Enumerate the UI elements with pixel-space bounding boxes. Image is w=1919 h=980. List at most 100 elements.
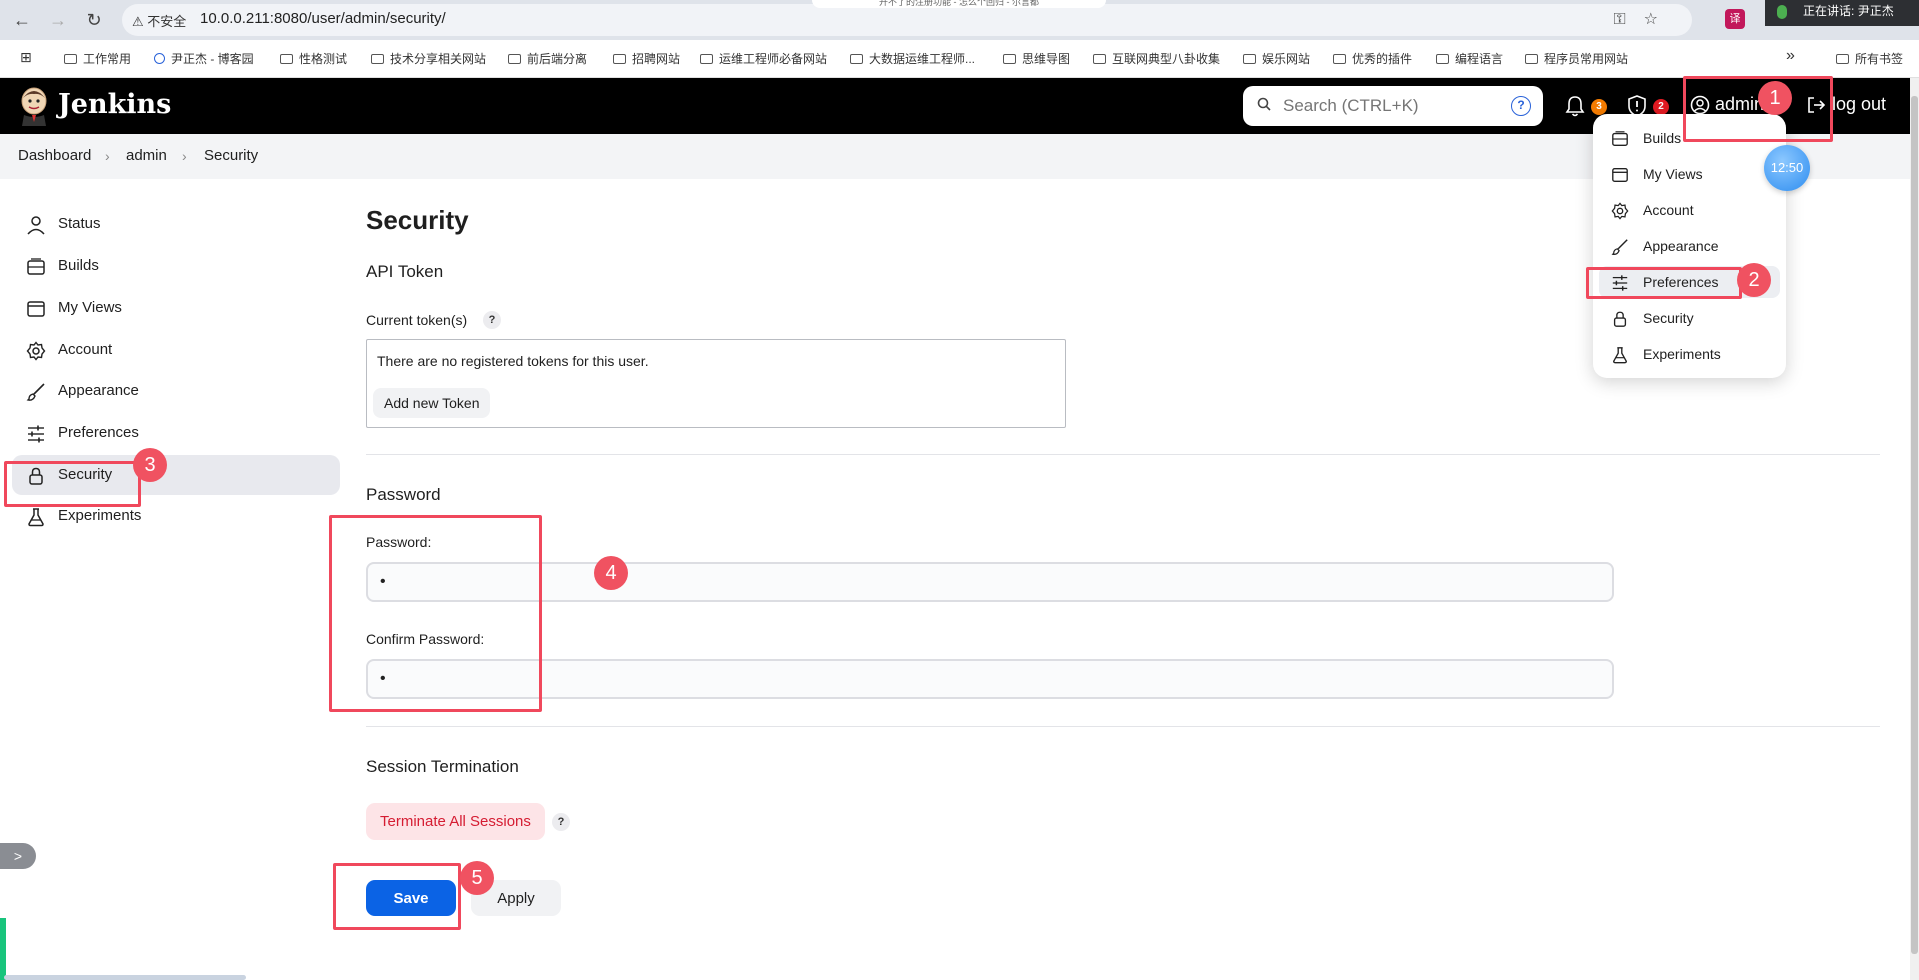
notifications-badge: 3 <box>1591 99 1607 115</box>
bell-icon[interactable] <box>1564 94 1586 118</box>
reload-icon[interactable]: ↻ <box>82 8 106 32</box>
search-help-icon[interactable]: ? <box>1511 96 1531 116</box>
breadcrumb-separator-icon: › <box>105 148 110 164</box>
menu-item-builds[interactable]: Builds <box>1599 122 1780 154</box>
search-input[interactable] <box>1283 92 1503 120</box>
omnibox-actions[interactable]: ⚿☆ <box>1613 9 1676 29</box>
sidebar-item-label: Appearance <box>58 382 139 399</box>
menu-item-label: Security <box>1643 310 1694 326</box>
bookmark-item[interactable]: 工作常用 <box>64 50 131 67</box>
user-dropdown-menu: Builds My Views Account Appearance Prefe… <box>1593 114 1786 378</box>
bookmark-item[interactable]: 大数据运维工程师... <box>850 50 975 67</box>
bookmark-star-icon[interactable]: ☆ <box>1644 11 1676 28</box>
menu-item-label: Experiments <box>1643 346 1721 362</box>
bookmark-item[interactable]: 编程语言 <box>1436 50 1503 67</box>
menu-item-account[interactable]: Account <box>1599 194 1780 226</box>
lock-icon <box>29 467 43 485</box>
bookmark-item[interactable]: 程序员常用网站 <box>1525 50 1628 67</box>
search-box[interactable]: ? <box>1243 86 1543 126</box>
all-bookmarks[interactable]: 所有书签 <box>1836 50 1903 67</box>
insecure-label: 不安全 <box>147 14 187 29</box>
microphone-icon <box>1777 4 1787 19</box>
bookmark-item[interactable]: 招聘网站 <box>613 50 680 67</box>
add-new-token-button[interactable]: Add new Token <box>373 388 491 418</box>
flask-icon <box>1613 347 1627 364</box>
current-tokens-help-icon[interactable]: ? <box>483 311 501 329</box>
current-tokens-label: Current token(s) <box>366 312 468 328</box>
apply-button[interactable]: Apply <box>471 880 561 916</box>
user-name[interactable]: admin <box>1715 94 1764 115</box>
terminate-all-sessions-button[interactable]: Terminate All Sessions <box>366 803 545 840</box>
popup-tab-fragment[interactable]: 开不了的注册功能 - 怎么个回归 - 尔言都 <box>812 0 1106 8</box>
forward-icon[interactable]: → <box>46 8 70 32</box>
terminate-help-icon[interactable]: ? <box>552 813 570 831</box>
sidebar-item-preferences[interactable]: Preferences <box>12 413 340 453</box>
apps-grid-icon[interactable]: ⊞ <box>20 49 32 66</box>
menu-item-label: Preferences <box>1643 274 1719 290</box>
speaking-label: 正在讲话: <box>1803 4 1855 18</box>
sidebar-item-builds[interactable]: Builds <box>12 246 340 286</box>
menu-item-preferences[interactable]: Preferences <box>1599 266 1780 298</box>
bookmark-item[interactable]: 性格测试 <box>280 50 347 67</box>
sidebar-item-account[interactable]: Account <box>12 330 340 370</box>
bookmark-item[interactable]: 尹正杰 - 博客园 <box>154 50 254 67</box>
floating-clock-bubble[interactable]: 12:50 <box>1764 145 1810 191</box>
menu-item-experiments[interactable]: Experiments <box>1599 338 1780 370</box>
sidebar-item-label: Preferences <box>58 424 139 441</box>
section-divider <box>366 454 1880 455</box>
logout-label[interactable]: log out <box>1832 94 1886 115</box>
no-tokens-text: There are no registered tokens for this … <box>377 353 649 369</box>
sidebar-item-my-views[interactable]: My Views <box>12 288 340 328</box>
browser-toolbar: ← → ↻ ⚠ 不安全 10.0.0.211:8080/user/admin/s… <box>0 0 1919 40</box>
insecure-indicator[interactable]: ⚠ 不安全 <box>132 11 186 30</box>
menu-item-my-views[interactable]: My Views <box>1599 158 1780 190</box>
sidebar-toggle-button[interactable]: > <box>0 843 36 869</box>
sliders-icon <box>1612 275 1628 291</box>
lock-icon <box>1613 311 1627 327</box>
bookmark-item[interactable]: 前后端分离 <box>508 50 587 67</box>
flask-icon <box>28 508 44 527</box>
scrollbar-thumb[interactable] <box>1911 96 1918 954</box>
bookmark-item[interactable]: 娱乐网站 <box>1243 50 1310 67</box>
logout-icon <box>1808 97 1826 113</box>
jenkins-logo-icon[interactable] <box>18 86 50 126</box>
menu-item-appearance[interactable]: Appearance <box>1599 230 1780 262</box>
more-bookmarks-icon[interactable]: » <box>1786 47 1795 65</box>
save-button[interactable]: Save <box>366 880 456 916</box>
translate-extension-icon[interactable]: 译 <box>1725 9 1745 29</box>
bookmark-item[interactable]: 互联网典型八卦收集 <box>1093 50 1220 67</box>
password-heading: Password <box>366 485 441 504</box>
breadcrumb-security[interactable]: Security <box>204 147 258 164</box>
confirm-password-field[interactable] <box>366 659 1614 699</box>
sidebar-item-experiments[interactable]: Experiments <box>12 496 340 536</box>
address-bar[interactable]: ⚠ 不安全 10.0.0.211:8080/user/admin/securit… <box>122 4 1692 36</box>
sidebar-item-status[interactable]: Status <box>12 204 340 244</box>
sidebar-item-security[interactable]: Security <box>12 455 340 495</box>
speaking-name: 尹正杰 <box>1857 4 1894 18</box>
breadcrumb-admin[interactable]: admin <box>126 147 167 164</box>
bookmark-item[interactable]: 思维导图 <box>1003 50 1070 67</box>
password-field[interactable] <box>366 562 1614 602</box>
bookmark-item[interactable]: 运维工程师必备网站 <box>700 50 827 67</box>
sidebar-item-label: Security <box>58 466 113 483</box>
password-key-icon[interactable]: ⚿ <box>1613 11 1643 28</box>
bookmark-item[interactable]: 优秀的插件 <box>1333 50 1412 67</box>
breadcrumb-dashboard[interactable]: Dashboard <box>18 147 91 164</box>
bottom-scroll-indicator <box>4 975 246 980</box>
sidebar-item-label: Builds <box>58 257 99 274</box>
back-icon[interactable]: ← <box>10 8 34 32</box>
url-text[interactable]: 10.0.0.211:8080/user/admin/security/ <box>200 10 446 27</box>
bookmark-item[interactable]: 技术分享相关网站 <box>371 50 486 67</box>
security-badge: 2 <box>1653 99 1669 115</box>
section-divider <box>366 726 1880 727</box>
window-icon <box>27 301 45 317</box>
sidebar-item-label: Account <box>58 341 113 358</box>
brush-icon <box>1611 239 1628 255</box>
jenkins-title[interactable]: Jenkins <box>58 89 171 120</box>
voice-indicator: 正在讲话: 尹正杰 <box>1765 0 1919 26</box>
token-list: There are no registered tokens for this … <box>366 339 1066 428</box>
menu-item-label: Builds <box>1643 130 1682 146</box>
brush-icon <box>26 383 45 401</box>
menu-item-security[interactable]: Security <box>1599 302 1780 334</box>
sidebar-item-appearance[interactable]: Appearance <box>12 371 340 411</box>
